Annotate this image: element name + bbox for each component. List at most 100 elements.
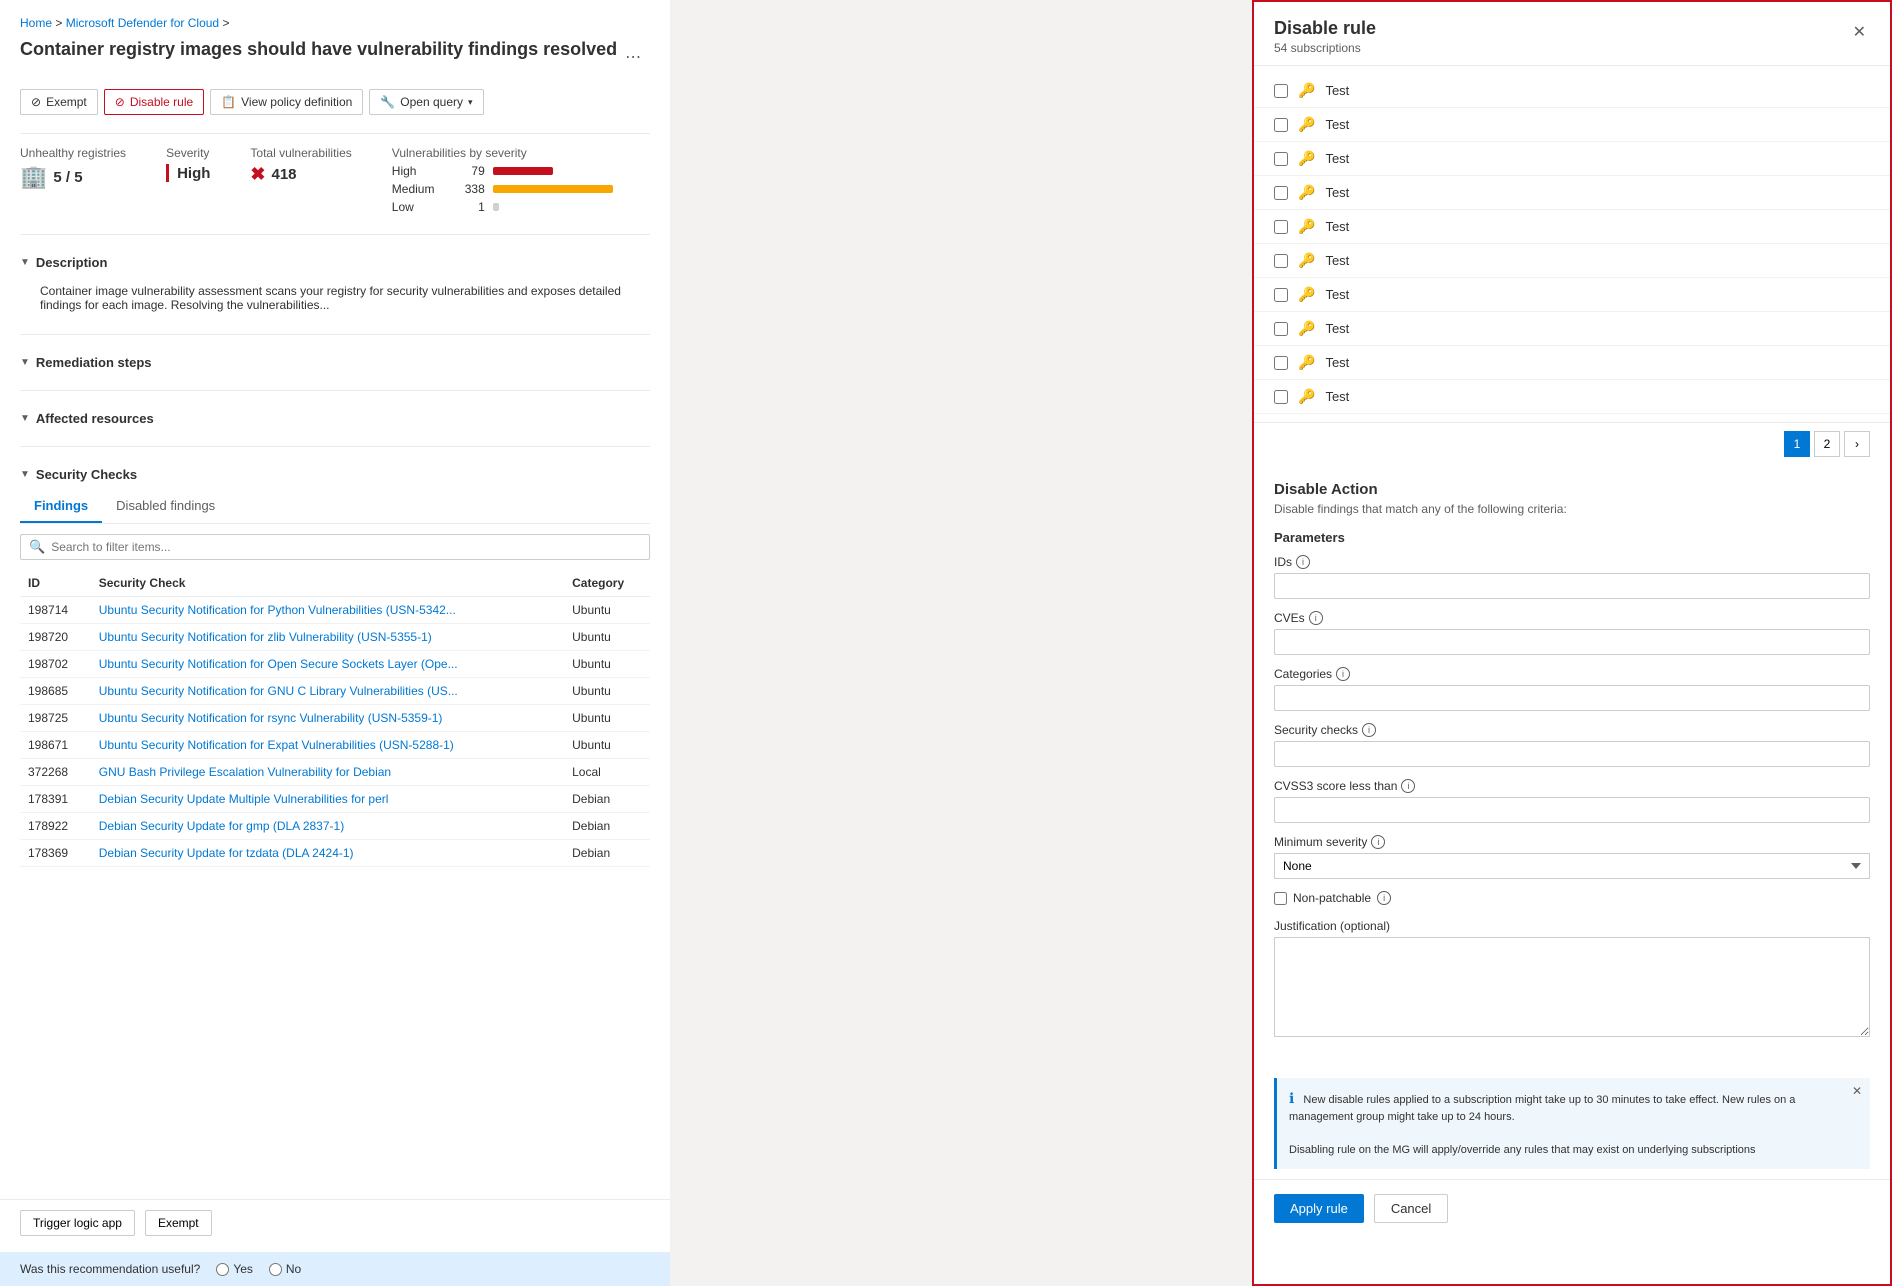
col-category-header: Category bbox=[564, 570, 650, 597]
subscription-item[interactable]: 🔑 Test bbox=[1254, 346, 1890, 380]
search-input[interactable] bbox=[51, 540, 641, 554]
search-box: 🔍 bbox=[20, 534, 650, 560]
low-severity-bar bbox=[493, 203, 499, 211]
ids-input[interactable] bbox=[1274, 573, 1870, 599]
chevron-icon: ▼ bbox=[20, 413, 30, 424]
subscription-item[interactable]: 🔑 Test bbox=[1254, 244, 1890, 278]
justification-textarea[interactable] bbox=[1274, 937, 1870, 1037]
categories-info-icon[interactable]: i bbox=[1336, 667, 1350, 681]
page-title: Container registry images should have vu… bbox=[20, 38, 617, 61]
subscription-name: Test bbox=[1325, 253, 1349, 268]
subscription-name: Test bbox=[1325, 117, 1349, 132]
chevron-icon: ▼ bbox=[20, 469, 30, 480]
no-label[interactable]: No bbox=[269, 1262, 301, 1276]
apply-rule-button[interactable]: Apply rule bbox=[1274, 1194, 1364, 1223]
chevron-icon: ▼ bbox=[20, 257, 30, 268]
table-row[interactable]: 198671 Ubuntu Security Notification for … bbox=[20, 732, 650, 759]
view-policy-button[interactable]: 📋 View policy definition bbox=[210, 89, 363, 115]
subscription-item[interactable]: 🔑 Test bbox=[1254, 312, 1890, 346]
min-severity-field-group: Minimum severity i NoneLowMediumHighCrit… bbox=[1274, 835, 1870, 879]
cvss3-info-icon[interactable]: i bbox=[1401, 779, 1415, 793]
more-options-icon[interactable]: ⋯ bbox=[625, 47, 641, 67]
subscription-list: 🔑 Test 🔑 Test 🔑 Test 🔑 Test 🔑 Test 🔑 Tes… bbox=[1254, 66, 1890, 422]
subscription-checkbox[interactable] bbox=[1274, 254, 1288, 268]
description-section-header[interactable]: ▼ Description bbox=[20, 247, 650, 278]
ids-info-icon[interactable]: i bbox=[1296, 555, 1310, 569]
remediation-section-header[interactable]: ▼ Remediation steps bbox=[20, 347, 650, 378]
table-row[interactable]: 198702 Ubuntu Security Notification for … bbox=[20, 651, 650, 678]
subscription-checkbox[interactable] bbox=[1274, 84, 1288, 98]
page-1-button[interactable]: 1 bbox=[1784, 431, 1810, 457]
subscription-name: Test bbox=[1325, 287, 1349, 302]
trigger-logic-app-button[interactable]: Trigger logic app bbox=[20, 1210, 135, 1236]
subscription-item[interactable]: 🔑 Test bbox=[1254, 176, 1890, 210]
subscription-checkbox[interactable] bbox=[1274, 322, 1288, 336]
key-icon: 🔑 bbox=[1298, 388, 1315, 405]
table-row[interactable]: 198725 Ubuntu Security Notification for … bbox=[20, 705, 650, 732]
disable-action-section: Disable Action Disable findings that mat… bbox=[1254, 465, 1890, 1068]
exempt-bottom-button[interactable]: Exempt bbox=[145, 1210, 212, 1236]
breadcrumb-product[interactable]: Microsoft Defender for Cloud bbox=[66, 16, 219, 30]
subscription-checkbox[interactable] bbox=[1274, 288, 1288, 302]
tab-disabled-findings[interactable]: Disabled findings bbox=[102, 490, 229, 523]
disable-rule-button[interactable]: ⊘ Disable rule bbox=[104, 89, 204, 115]
categories-input[interactable] bbox=[1274, 685, 1870, 711]
table-row[interactable]: 198720 Ubuntu Security Notification for … bbox=[20, 624, 650, 651]
min-severity-select[interactable]: NoneLowMediumHighCritical bbox=[1274, 853, 1870, 879]
subscription-item[interactable]: 🔑 Test bbox=[1254, 278, 1890, 312]
subscription-item[interactable]: 🔑 Test bbox=[1254, 380, 1890, 414]
page-2-button[interactable]: 2 bbox=[1814, 431, 1840, 457]
subscription-checkbox[interactable] bbox=[1274, 152, 1288, 166]
subscription-item[interactable]: 🔑 Test bbox=[1254, 74, 1890, 108]
subscription-checkbox[interactable] bbox=[1274, 220, 1288, 234]
subscription-checkbox[interactable] bbox=[1274, 186, 1288, 200]
non-patchable-checkbox[interactable] bbox=[1274, 892, 1287, 905]
close-info-button[interactable]: ✕ bbox=[1852, 1084, 1862, 1098]
no-radio[interactable] bbox=[269, 1263, 282, 1276]
subscription-name: Test bbox=[1325, 151, 1349, 166]
non-patchable-info-icon[interactable]: i bbox=[1377, 891, 1391, 905]
table-row[interactable]: 178391 Debian Security Update Multiple V… bbox=[20, 786, 650, 813]
key-icon: 🔑 bbox=[1298, 150, 1315, 167]
security-checks-input[interactable] bbox=[1274, 741, 1870, 767]
cancel-button[interactable]: Cancel bbox=[1374, 1194, 1448, 1223]
disable-rule-panel: Disable rule 54 subscriptions ✕ 🔑 Test 🔑… bbox=[1252, 0, 1892, 1286]
key-icon: 🔑 bbox=[1298, 286, 1315, 303]
yes-radio[interactable] bbox=[216, 1263, 229, 1276]
security-checks-info-icon[interactable]: i bbox=[1362, 723, 1376, 737]
params-title: Parameters bbox=[1274, 530, 1870, 545]
next-page-button[interactable]: › bbox=[1844, 431, 1870, 457]
table-row[interactable]: 198714 Ubuntu Security Notification for … bbox=[20, 597, 650, 624]
subscription-item[interactable]: 🔑 Test bbox=[1254, 210, 1890, 244]
table-row[interactable]: 198685 Ubuntu Security Notification for … bbox=[20, 678, 650, 705]
affected-resources-section-header[interactable]: ▼ Affected resources bbox=[20, 403, 650, 434]
table-row[interactable]: 372268 GNU Bash Privilege Escalation Vul… bbox=[20, 759, 650, 786]
table-row[interactable]: 178922 Debian Security Update for gmp (D… bbox=[20, 813, 650, 840]
cves-info-icon[interactable]: i bbox=[1309, 611, 1323, 625]
subscription-checkbox[interactable] bbox=[1274, 118, 1288, 132]
subscription-name: Test bbox=[1325, 219, 1349, 234]
security-checks-field-group: Security checks i bbox=[1274, 723, 1870, 767]
subscription-checkbox[interactable] bbox=[1274, 356, 1288, 370]
col-security-check-header: Security Check bbox=[91, 570, 564, 597]
subscription-item[interactable]: 🔑 Test bbox=[1254, 108, 1890, 142]
recommendation-bar: Was this recommendation useful? Yes No bbox=[0, 1252, 670, 1286]
policy-icon: 📋 bbox=[221, 95, 236, 109]
subscription-checkbox[interactable] bbox=[1274, 390, 1288, 404]
cvss3-input[interactable] bbox=[1274, 797, 1870, 823]
key-icon: 🔑 bbox=[1298, 354, 1315, 371]
chevron-down-icon: ▾ bbox=[468, 97, 473, 108]
open-query-button[interactable]: 🔧 Open query ▾ bbox=[369, 89, 483, 115]
breadcrumb: Home > Microsoft Defender for Cloud > bbox=[20, 16, 650, 30]
severity-metric: Severity High bbox=[166, 146, 210, 182]
subscription-item[interactable]: 🔑 Test bbox=[1254, 142, 1890, 176]
min-severity-info-icon[interactable]: i bbox=[1371, 835, 1385, 849]
exempt-button[interactable]: ⊘ Exempt bbox=[20, 89, 98, 115]
table-row[interactable]: 178369 Debian Security Update for tzdata… bbox=[20, 840, 650, 867]
security-checks-section-header[interactable]: ▼ Security Checks bbox=[20, 459, 650, 490]
yes-label[interactable]: Yes bbox=[216, 1262, 253, 1276]
breadcrumb-home[interactable]: Home bbox=[20, 16, 52, 30]
panel-close-button[interactable]: ✕ bbox=[1849, 18, 1870, 46]
tab-findings[interactable]: Findings bbox=[20, 490, 102, 523]
cves-input[interactable] bbox=[1274, 629, 1870, 655]
